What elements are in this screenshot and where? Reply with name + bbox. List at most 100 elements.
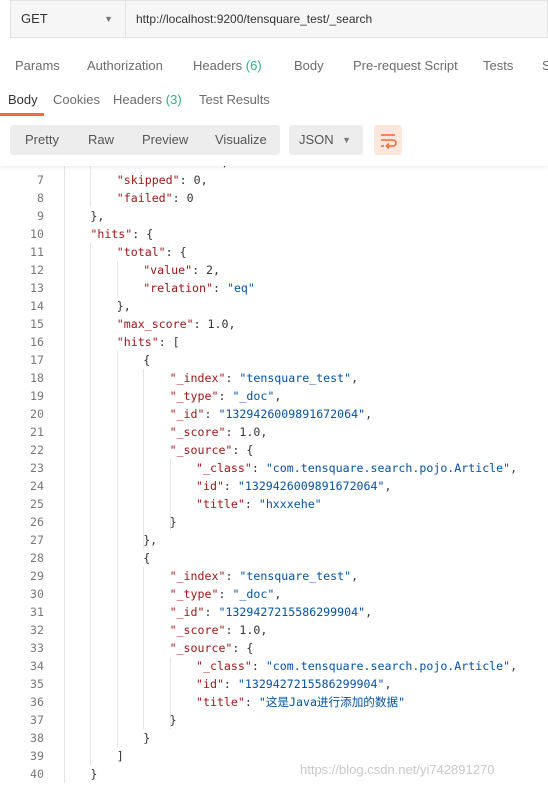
format-select[interactable]: JSON ▼ xyxy=(289,125,363,155)
response-view-bar: Pretty Raw Preview Visualize JSON ▼ xyxy=(0,116,548,166)
view-raw-button[interactable]: Raw xyxy=(88,125,114,155)
code-text: "title": "hxxxehe" xyxy=(196,495,322,513)
tab-count: (6) xyxy=(245,58,262,73)
line-number: 34 xyxy=(30,659,44,673)
json-key: "title" xyxy=(196,497,245,511)
tab-count: (3) xyxy=(165,92,182,107)
tab-body[interactable]: Body xyxy=(294,58,324,73)
code-line: 27}, xyxy=(0,531,548,549)
line-number: 15 xyxy=(30,317,44,331)
wrap-lines-button[interactable] xyxy=(374,125,402,155)
code-text: "_score": 1.0, xyxy=(170,423,268,441)
json-string: "hxxxehe" xyxy=(258,497,322,511)
json-key: "_score" xyxy=(169,425,226,439)
json-string: "tensquare_test" xyxy=(239,371,352,385)
json-punct: , xyxy=(384,677,392,691)
code-line: 8 "failed": 0 xyxy=(0,189,548,207)
line-number: 29 xyxy=(30,569,44,583)
json-punct: { xyxy=(143,353,151,367)
json-key: "id" xyxy=(196,677,224,691)
code-text: "_index": "tensquare_test", xyxy=(170,567,358,585)
code-line: 10 "hits": { xyxy=(0,225,548,243)
view-pretty-button[interactable]: Pretty xyxy=(25,125,59,155)
code-line: 26} xyxy=(0,513,548,531)
json-punct: : xyxy=(213,281,227,295)
json-key: "failed" xyxy=(116,191,173,205)
json-key: "_index" xyxy=(169,569,226,583)
tab-response-body[interactable]: Body xyxy=(8,92,38,107)
json-punct: }, xyxy=(116,299,131,313)
json-punct: : { xyxy=(232,443,254,457)
tab-cookies[interactable]: Cookies xyxy=(53,92,100,107)
line-number: 18 xyxy=(30,371,44,385)
json-punct: : 0, xyxy=(179,173,208,187)
json-punct: , xyxy=(510,461,518,475)
line-number: 27 xyxy=(30,533,44,547)
json-key: "_source" xyxy=(169,641,233,655)
code-line: 13 "relation": "eq" xyxy=(0,279,548,297)
code-text: ] xyxy=(117,747,124,765)
line-number: 40 xyxy=(30,767,44,781)
chevron-down-icon: ▼ xyxy=(104,14,113,24)
tab-label: Pre-request Script xyxy=(353,58,458,73)
line-number: 22 xyxy=(30,443,44,457)
code-line: 36 "title": "这是Java进行添加的数据" xyxy=(0,693,548,711)
line-number: 16 xyxy=(30,335,44,349)
json-punct: : xyxy=(223,479,238,493)
tab-authorization[interactable]: Authorization xyxy=(87,58,163,73)
json-punct: : xyxy=(218,587,233,601)
json-punct: , xyxy=(351,569,359,583)
tab-tests[interactable]: Tests xyxy=(483,58,513,73)
json-key: "_id" xyxy=(169,605,205,619)
code-text: "_type": "_doc", xyxy=(170,387,282,405)
tab-headers[interactable]: Headers (6) xyxy=(193,58,262,73)
line-number: 26 xyxy=(30,515,44,529)
tab-pre-request-script[interactable]: Pre-request Script xyxy=(353,58,458,73)
line-number: 39 xyxy=(30,749,44,763)
json-key: "_class" xyxy=(196,461,252,475)
code-text: "_class": "com.tensquare.search.pojo.Art… xyxy=(196,459,517,477)
url-input[interactable]: http://localhost:9200/tensquare_test/_se… xyxy=(126,0,548,38)
json-key: "relation" xyxy=(143,281,213,295)
method-select[interactable]: GET ▼ xyxy=(10,0,126,38)
format-label: JSON xyxy=(299,132,334,147)
view-preview-button[interactable]: Preview xyxy=(142,125,188,155)
code-text: "id": "1329427215586299904", xyxy=(196,675,391,693)
json-string: "com.tensquare.search.pojo.Article" xyxy=(265,461,511,475)
tab-label: Body xyxy=(8,92,38,107)
code-text: "hits": { xyxy=(90,225,153,243)
tab-label: Headers xyxy=(113,92,163,107)
line-number: 12 xyxy=(30,263,44,277)
tab-test-results[interactable]: Test Results xyxy=(199,92,270,107)
tab-label: Authorization xyxy=(87,58,163,73)
json-key: "_id" xyxy=(169,407,205,421)
code-line: 29 "_index": "tensquare_test", xyxy=(0,567,548,585)
json-punct: : xyxy=(225,569,240,583)
tab-response-headers[interactable]: Headers (3) xyxy=(113,92,182,107)
request-tabs: Params Authorization Headers (6) Body Pr… xyxy=(0,52,548,80)
json-punct: : xyxy=(204,605,219,619)
code-text: } xyxy=(143,729,150,747)
tab-params[interactable]: Params xyxy=(15,58,60,73)
json-key: "hits" xyxy=(90,227,133,241)
json-punct: , xyxy=(510,659,518,673)
response-tabs: Body Cookies Headers (3) Test Results xyxy=(0,82,548,117)
line-number: 10 xyxy=(30,227,44,241)
json-punct: , xyxy=(365,605,373,619)
code-text: "failed": 0 xyxy=(117,189,194,207)
response-body-viewer[interactable]: 6"successful": 1,7"skipped": 0,8"failed"… xyxy=(0,153,548,790)
line-number: 19 xyxy=(30,389,44,403)
view-mode-group: Pretty Raw Preview Visualize xyxy=(10,125,280,155)
tab-settings[interactable]: S xyxy=(542,58,548,73)
json-string: "1329427215586299904" xyxy=(237,677,385,691)
code-text: "_id": "1329426009891672064", xyxy=(170,405,372,423)
code-text: "_source": { xyxy=(170,441,254,459)
view-visualize-button[interactable]: Visualize xyxy=(215,125,267,155)
line-number: 30 xyxy=(30,587,44,601)
json-key: "skipped" xyxy=(116,173,180,187)
code-line: 18 "_index": "tensquare_test", xyxy=(0,369,548,387)
json-string: "这是Java进行添加的数据" xyxy=(258,695,406,709)
line-number: 28 xyxy=(30,551,44,565)
code-text: "max_score": 1.0, xyxy=(117,315,236,333)
json-string: "1329426009891672064" xyxy=(237,479,385,493)
